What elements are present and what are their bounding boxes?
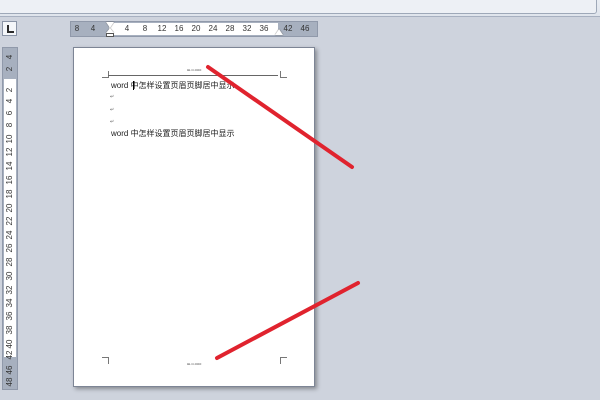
left-tab-icon xyxy=(7,25,14,33)
ruler-label: 10 xyxy=(5,134,14,144)
body-text-line[interactable]: word 中怎样设置页眉页脚居中显示 xyxy=(111,81,235,91)
ruler-label: 24 xyxy=(5,230,14,240)
ruler-label: 32 xyxy=(242,24,252,33)
ruler-label: 2 xyxy=(5,66,14,72)
ruler-label: 46 xyxy=(300,24,310,33)
paragraph-mark: ↵ xyxy=(110,107,115,113)
ruler-label: 20 xyxy=(191,24,201,33)
margin-corner-mark xyxy=(280,357,287,364)
ruler-label: 16 xyxy=(5,175,14,185)
right-indent-marker[interactable] xyxy=(275,29,283,35)
horizontal-ruler[interactable]: 8 4 4 8 12 16 20 24 28 32 36 42 46 xyxy=(70,21,318,37)
ruler-label: 32 xyxy=(5,285,14,295)
header-border-line xyxy=(108,75,278,76)
ribbon-bottom-strip xyxy=(0,0,600,17)
body-text-line[interactable]: word 中怎样设置页眉页脚居中显示 xyxy=(111,129,235,139)
page-footer-text[interactable]: ш.о.ооо xyxy=(187,361,201,366)
ruler-label: 36 xyxy=(5,311,14,321)
ruler-label: 16 xyxy=(174,24,184,33)
ruler-label: 42 xyxy=(283,24,293,33)
ruler-label: 4 xyxy=(5,54,14,60)
ruler-label: 26 xyxy=(5,243,14,253)
ruler-label: 4 xyxy=(5,98,14,104)
ruler-label: 4 xyxy=(90,24,96,33)
ruler-label: 24 xyxy=(208,24,218,33)
ruler-label: 34 xyxy=(5,298,14,308)
ruler-label: 38 xyxy=(5,325,14,335)
ruler-label: 48 xyxy=(5,377,14,387)
ruler-label: 12 xyxy=(157,24,167,33)
paragraph-mark: ↵ xyxy=(110,94,115,100)
ruler-label: 30 xyxy=(5,271,14,281)
ruler-label: 42 xyxy=(5,350,14,360)
ruler-label: 6 xyxy=(5,110,14,116)
ruler-label: 12 xyxy=(5,147,14,157)
left-indent-marker[interactable] xyxy=(106,33,114,37)
text-cursor xyxy=(133,81,134,90)
ruler-label: 20 xyxy=(5,203,14,213)
ruler-label: 8 xyxy=(142,24,148,33)
ruler-label: 22 xyxy=(5,216,14,226)
ruler-label: 14 xyxy=(5,161,14,171)
page-header-text[interactable]: ш.о.ооо xyxy=(187,67,201,72)
ruler-label: 36 xyxy=(259,24,269,33)
margin-corner-mark xyxy=(102,357,109,364)
ruler-label: 28 xyxy=(225,24,235,33)
ruler-label: 8 xyxy=(74,24,80,33)
document-page[interactable]: ш.о.ооо word 中怎样设置页眉页脚居中显示 ↵ ↵ ↵ word 中怎… xyxy=(73,47,315,387)
ruler-tab-selector-button[interactable] xyxy=(2,21,17,36)
ruler-label: 18 xyxy=(5,189,14,199)
ruler-label: 4 xyxy=(124,24,130,33)
ruler-label: 46 xyxy=(5,365,14,375)
vertical-ruler[interactable]: 4 2 2 4 6 8 10 12 14 16 18 20 22 24 26 2… xyxy=(2,47,18,390)
ruler-label: 8 xyxy=(5,122,14,128)
ruler-label: 28 xyxy=(5,257,14,267)
margin-corner-mark xyxy=(280,71,287,78)
paragraph-mark: ↵ xyxy=(110,119,115,125)
